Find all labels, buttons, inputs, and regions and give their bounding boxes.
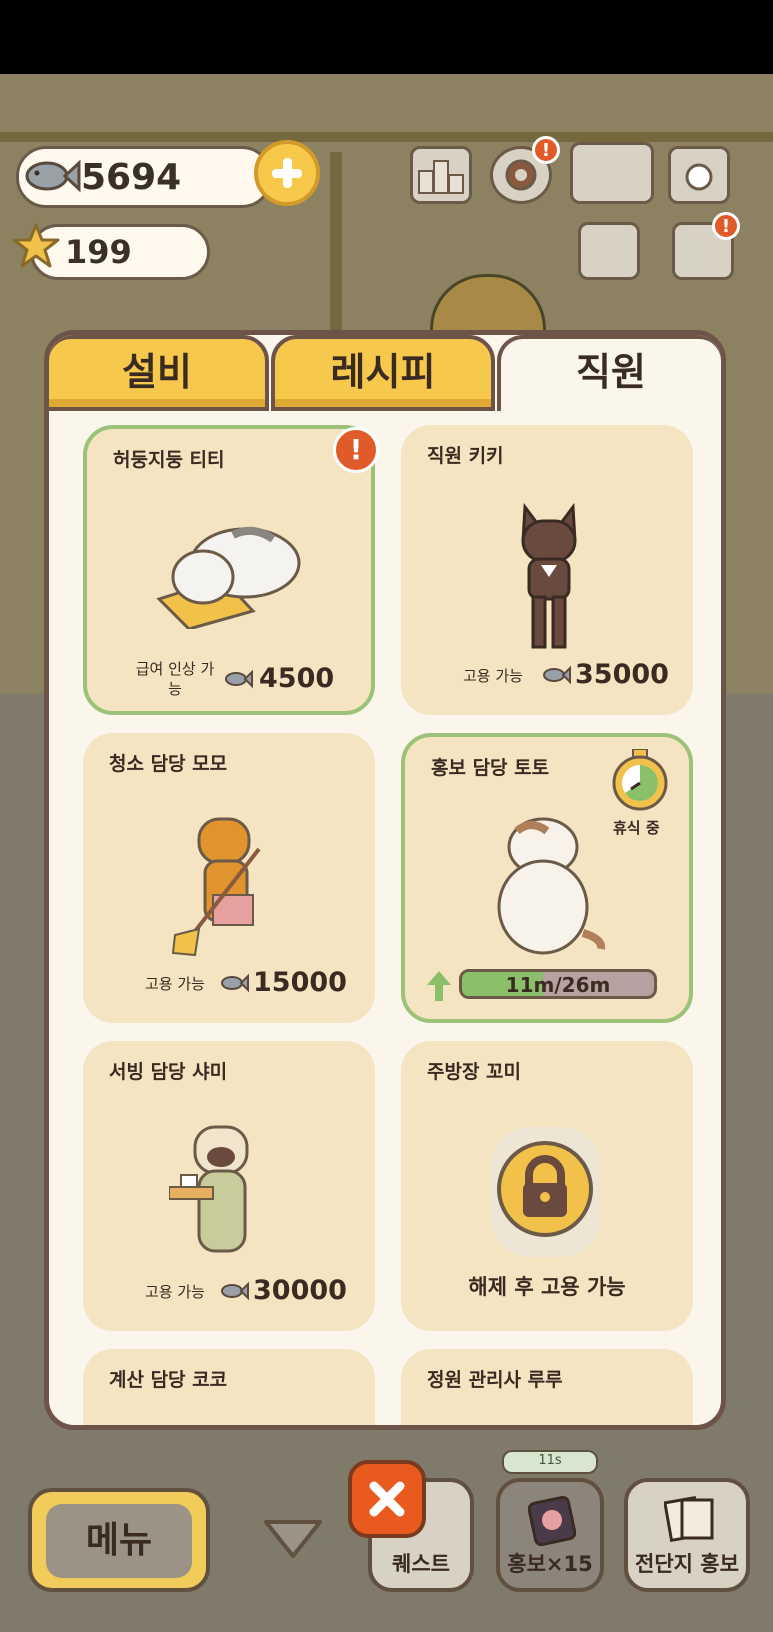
fish-icon bbox=[221, 973, 249, 993]
fish-icon bbox=[221, 1281, 249, 1301]
menu-button[interactable]: 메뉴 bbox=[28, 1488, 210, 1592]
panel-tabs: 설비 레시피 직원 bbox=[49, 335, 721, 415]
tab-staff[interactable]: 직원 bbox=[497, 335, 721, 411]
staff-card-shami[interactable]: 서빙 담당 샤미 고용 가능 30000 bbox=[83, 1041, 375, 1331]
cat-shami-illustration bbox=[169, 1125, 249, 1253]
fish-icon bbox=[225, 669, 253, 689]
tab-recipe[interactable]: 레시피 bbox=[271, 335, 495, 411]
cat-toto-illustration bbox=[497, 817, 606, 955]
staff-price: 30000 bbox=[253, 1275, 347, 1306]
staff-panel: 설비 레시피 직원 허둥지둥 티티 ! 급여 인상 가능 4500 직원 키키 bbox=[44, 330, 726, 1430]
add-fish-button[interactable] bbox=[254, 140, 320, 206]
flyer-label: 전단지 홍보 bbox=[635, 1552, 739, 1576]
promo-timer: 11s bbox=[502, 1450, 598, 1474]
staff-name: 계산 담당 코코 bbox=[109, 1369, 228, 1391]
cat-titi-illustration bbox=[156, 526, 301, 629]
staff-status: 급여 인상 가능 bbox=[135, 660, 215, 698]
cat-kiki-illustration bbox=[521, 502, 577, 649]
rest-progress-bar: 11m/26m bbox=[459, 969, 657, 999]
chevron-down-icon[interactable] bbox=[262, 1516, 324, 1562]
fish-icon bbox=[25, 159, 81, 193]
star-count: 199 bbox=[65, 233, 132, 271]
fish-count: 5694 bbox=[81, 157, 182, 198]
flyer-icon bbox=[664, 1495, 714, 1543]
upgrade-arrow-icon bbox=[427, 971, 451, 1001]
staff-name: 허둥지둥 티티 bbox=[113, 449, 225, 471]
staff-card-toto[interactable]: 홍보 담당 토토 휴식 중 11m/26m bbox=[401, 733, 693, 1023]
staff-name: 정원 관리사 루루 bbox=[427, 1369, 563, 1391]
staff-card-coco[interactable]: 계산 담당 코코 bbox=[83, 1349, 375, 1425]
staff-price: 35000 bbox=[575, 659, 669, 690]
staff-card-kkomi[interactable]: 주방장 꼬미 해제 후 고용 가능 bbox=[401, 1041, 693, 1331]
staff-name: 홍보 담당 토토 bbox=[431, 757, 550, 779]
promo-icon bbox=[528, 1496, 576, 1546]
staff-card-kiki[interactable]: 직원 키키 고용 가능 35000 bbox=[401, 425, 693, 715]
promo-label: 홍보×15 bbox=[507, 1552, 593, 1576]
quest-label: 퀘스트 bbox=[392, 1552, 450, 1576]
staff-grid: 허둥지둥 티티 ! 급여 인상 가능 4500 직원 키키 고용 가능 3500… bbox=[49, 417, 721, 1425]
staff-status: 고용 가능 bbox=[145, 975, 205, 993]
alert-icon: ! bbox=[333, 427, 379, 473]
tab-equipment[interactable]: 설비 bbox=[49, 335, 269, 411]
flyer-promo-button[interactable]: 전단지 홍보 bbox=[624, 1478, 750, 1592]
fish-currency-display: 5694 bbox=[16, 146, 272, 208]
fish-icon bbox=[543, 665, 571, 685]
staff-status: 고용 가능 bbox=[145, 1283, 205, 1301]
cat-momo-illustration bbox=[171, 817, 261, 957]
gift-alert-icon: ! bbox=[712, 212, 740, 240]
lock-icon bbox=[497, 1141, 593, 1237]
staff-price: 4500 bbox=[259, 663, 335, 694]
close-button[interactable] bbox=[348, 1460, 426, 1538]
ranking-icon[interactable] bbox=[410, 146, 472, 204]
locked-text: 해제 후 고용 가능 bbox=[468, 1275, 626, 1299]
staff-name: 직원 키키 bbox=[427, 445, 504, 467]
staff-name: 청소 담당 모모 bbox=[109, 753, 228, 775]
status-bar bbox=[0, 0, 773, 74]
staff-name: 서빙 담당 샤미 bbox=[109, 1061, 228, 1083]
promo-button[interactable]: 홍보×15 bbox=[496, 1478, 604, 1592]
star-icon bbox=[12, 223, 60, 268]
rest-progress-text: 11m/26m bbox=[505, 973, 611, 997]
news-icon[interactable] bbox=[578, 222, 640, 280]
staff-card-titi[interactable]: 허둥지둥 티티 ! 급여 인상 가능 4500 bbox=[83, 425, 379, 715]
close-icon bbox=[369, 1481, 405, 1517]
staff-status: 고용 가능 bbox=[463, 667, 523, 685]
camera-icon[interactable] bbox=[668, 146, 730, 204]
stopwatch-icon bbox=[612, 749, 668, 811]
menu-label: 메뉴 bbox=[46, 1504, 192, 1578]
staff-price: 15000 bbox=[253, 967, 347, 998]
staff-name: 주방장 꼬미 bbox=[427, 1061, 522, 1083]
settings-alert-icon: ! bbox=[532, 136, 560, 164]
paw-book-icon[interactable] bbox=[570, 142, 654, 204]
resting-badge: 휴식 중 bbox=[613, 819, 660, 837]
staff-card-ruru[interactable]: 정원 관리사 루루 bbox=[401, 1349, 693, 1425]
staff-card-momo[interactable]: 청소 담당 모모 고용 가능 15000 bbox=[83, 733, 375, 1023]
